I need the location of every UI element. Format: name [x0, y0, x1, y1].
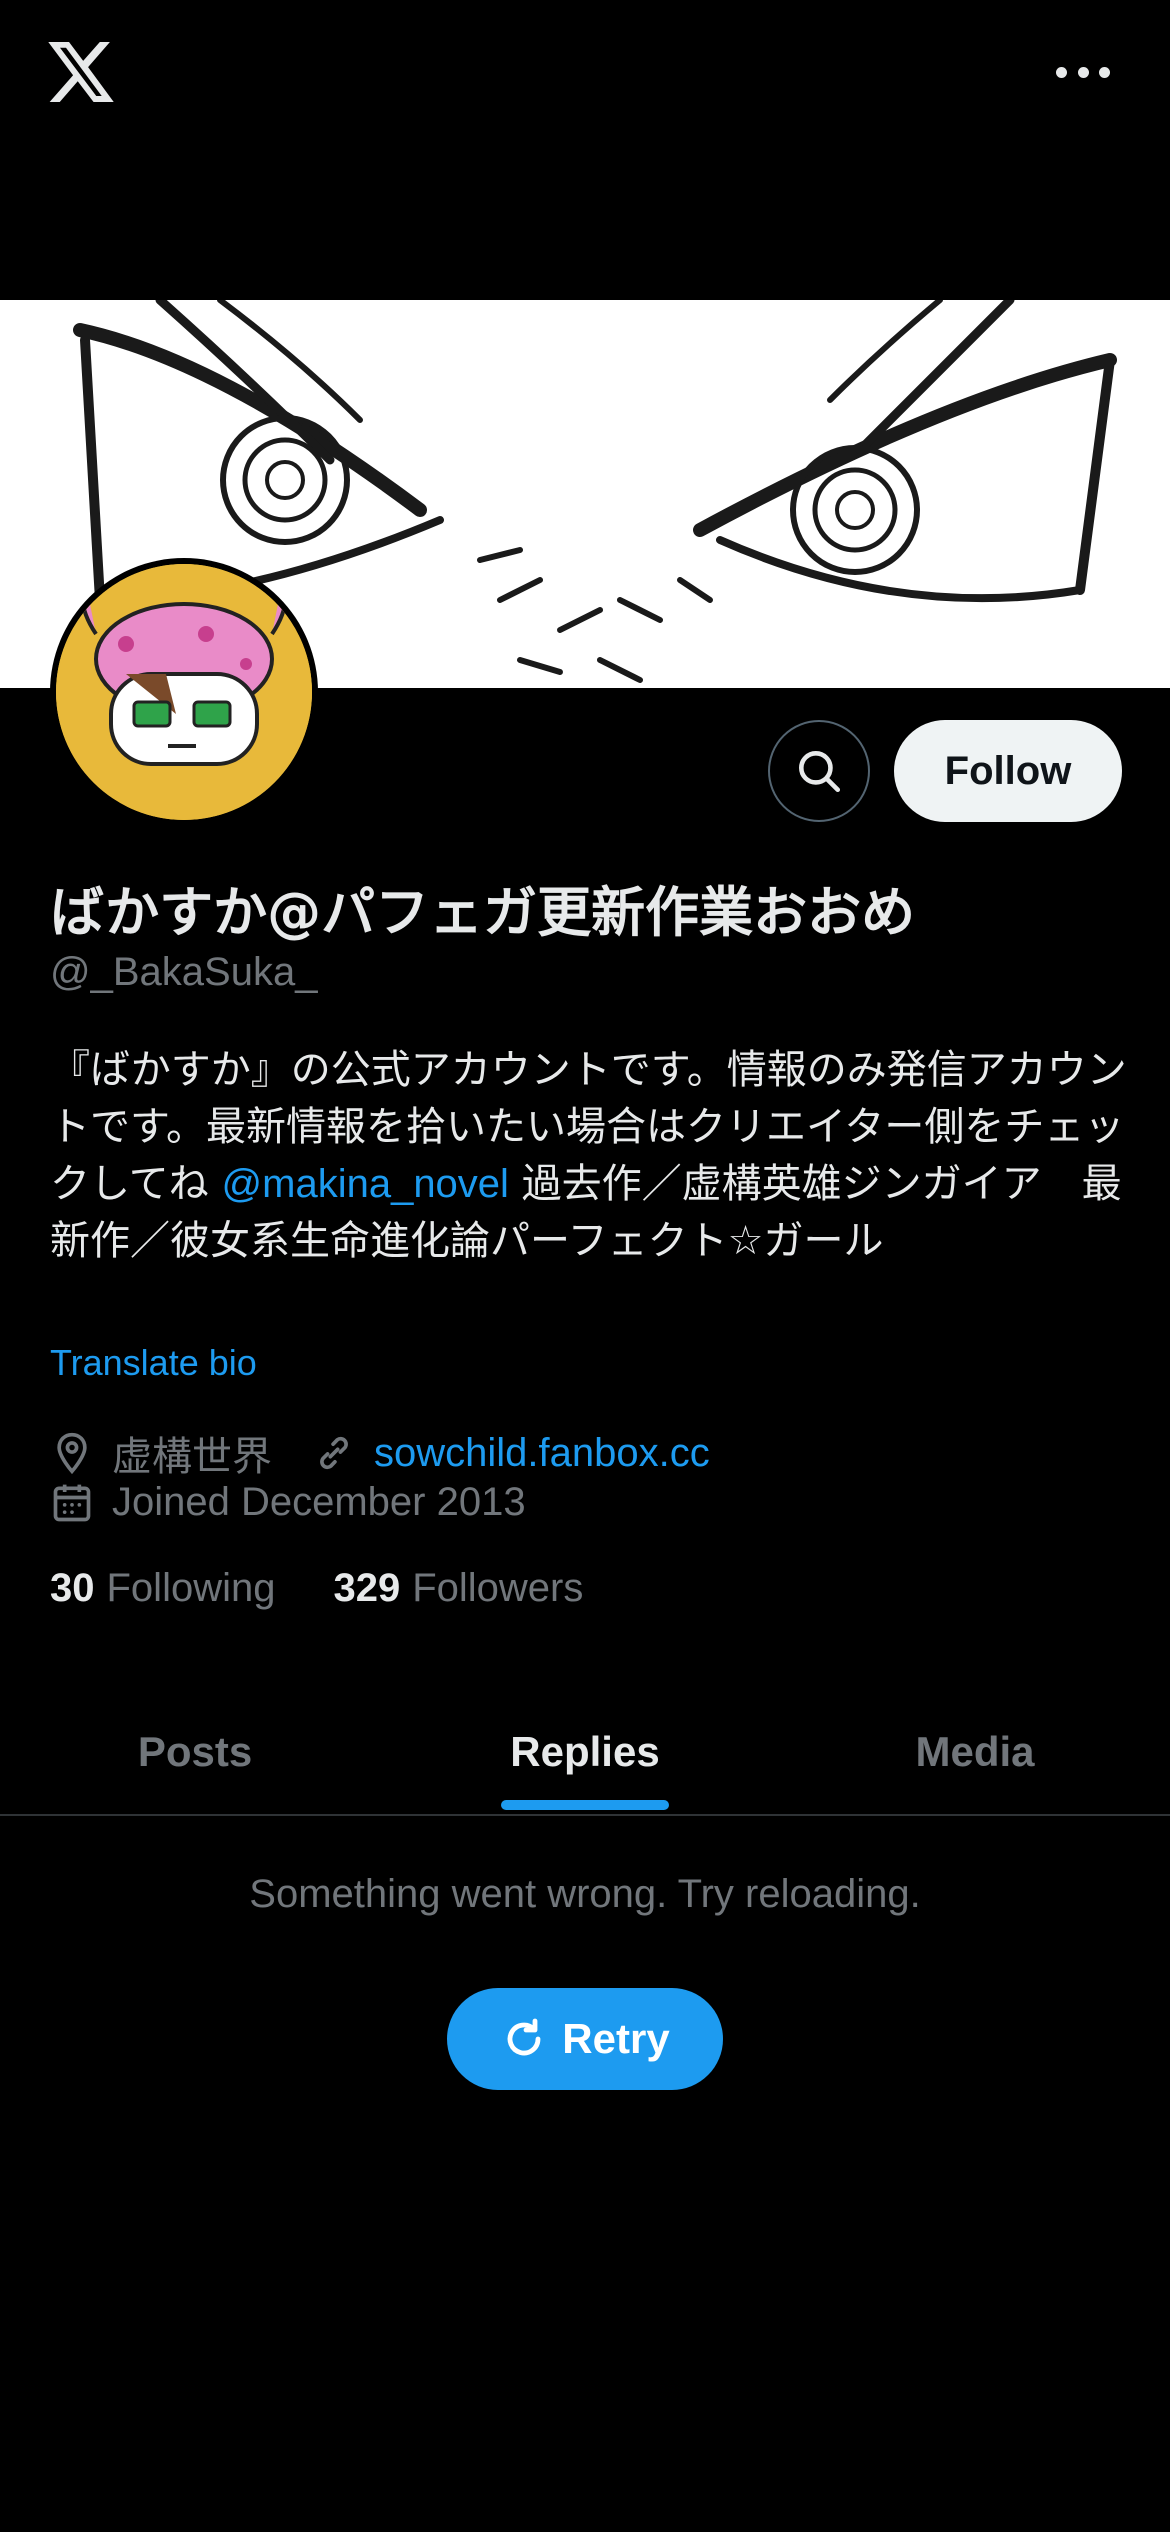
- tab-replies[interactable]: Replies: [390, 1690, 780, 1814]
- display-name: ばかすか@パフェガ更新作業おおめ: [50, 881, 916, 944]
- avatar[interactable]: [50, 558, 318, 826]
- follow-stats: 30 Following 329 Followers: [50, 1566, 641, 1611]
- profile-meta-joined: Joined December 2013: [50, 1480, 526, 1525]
- following-count[interactable]: 30: [50, 1566, 95, 1611]
- calendar-icon: [53, 1484, 91, 1521]
- avatar-image: [56, 564, 312, 820]
- website-link[interactable]: sowchild.fanbox.cc: [374, 1431, 710, 1476]
- link-icon: [320, 1436, 348, 1470]
- joined-date: Joined December 2013: [112, 1480, 526, 1524]
- profile-tabs: Posts Replies Media: [0, 1690, 1170, 1816]
- search-icon: [799, 751, 841, 793]
- refresh-icon: [507, 2018, 541, 2056]
- tab-posts[interactable]: Posts: [0, 1690, 390, 1814]
- tab-media[interactable]: Media: [780, 1690, 1170, 1814]
- retry-button[interactable]: Retry: [447, 1988, 723, 2090]
- search-button[interactable]: [768, 720, 870, 822]
- retry-label: Retry: [562, 2015, 670, 2062]
- location-text: 虚構世界: [112, 1434, 272, 1480]
- followers-label[interactable]: Followers: [412, 1566, 583, 1611]
- location-icon: [57, 1432, 87, 1475]
- follow-button[interactable]: Follow: [894, 720, 1122, 822]
- following-label[interactable]: Following: [107, 1566, 276, 1611]
- x-logo-icon[interactable]: [48, 42, 114, 102]
- top-bar: [0, 0, 1170, 300]
- handle: @_BakaSuka_: [50, 950, 318, 994]
- translate-bio-link[interactable]: Translate bio: [50, 1342, 257, 1384]
- more-options-button[interactable]: [1056, 58, 1110, 86]
- profile-meta-location-website: 虚構世界 sowchild.fanbox.cc: [50, 1424, 710, 1482]
- bio-mention-link[interactable]: @makina_novel: [222, 1162, 509, 1206]
- bio: 『ばかすか』の公式アカウントです。情報のみ発信アカウントです。最新情報を拾いたい…: [50, 1042, 1130, 1270]
- more-horizontal-icon: [1056, 66, 1067, 78]
- error-message: Something went wrong. Try reloading.: [249, 1872, 921, 1916]
- followers-count[interactable]: 329: [333, 1566, 400, 1611]
